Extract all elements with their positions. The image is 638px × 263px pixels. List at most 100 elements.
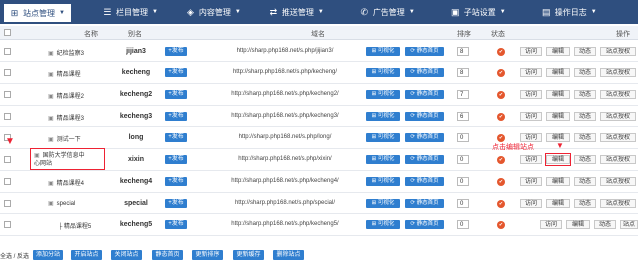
visualize-button[interactable]: ⊞ 可视化 <box>366 112 400 121</box>
add-substation-button[interactable]: 添加分站 <box>33 250 63 260</box>
publish-button[interactable]: +发布 <box>165 133 187 142</box>
row-checkbox[interactable] <box>4 91 11 98</box>
sort-input[interactable]: 0 <box>457 199 469 208</box>
dynamic-button[interactable]: 动态 <box>574 68 596 77</box>
site-auth-button[interactable]: 站点授权 <box>620 220 638 229</box>
site-auth-button[interactable]: 站点授权 <box>600 47 636 56</box>
sort-input[interactable]: 0 <box>457 155 469 164</box>
static-page-button[interactable]: ⟳ 静态首页 <box>405 90 444 99</box>
open-site-button[interactable]: 开启站点 <box>71 250 102 260</box>
sort-input[interactable]: 0 <box>457 220 469 229</box>
dynamic-button[interactable]: 动态 <box>594 220 616 229</box>
publish-button[interactable]: +发布 <box>165 220 187 229</box>
visualize-button[interactable]: ⊞ 可视化 <box>366 199 400 208</box>
sort-input[interactable]: 0 <box>457 177 469 186</box>
row-checkbox[interactable] <box>4 113 11 120</box>
row-checkbox[interactable] <box>4 156 11 163</box>
dynamic-button[interactable]: 动态 <box>574 47 596 56</box>
static-page-button[interactable]: ⟳ 静态首页 <box>405 155 444 164</box>
nav-column-management[interactable]: ☰ 栏目管理 ▼ <box>99 0 162 24</box>
nav-push-management[interactable]: ⇄ 推送管理 ▼ <box>265 0 328 24</box>
edit-button[interactable]: 编辑 <box>546 112 570 121</box>
static-page-button[interactable]: ⟳ 静态首页 <box>405 112 444 121</box>
visit-button[interactable]: 访问 <box>520 133 542 142</box>
site-auth-button[interactable]: 站点授权 <box>600 112 636 121</box>
status-ok-icon[interactable]: ✔ <box>497 69 505 77</box>
visualize-button[interactable]: ⊞ 可视化 <box>366 90 400 99</box>
publish-button[interactable]: +发布 <box>165 177 187 186</box>
site-auth-button[interactable]: 站点授权 <box>600 133 636 142</box>
dynamic-button[interactable]: 动态 <box>574 199 596 208</box>
row-checkbox[interactable] <box>4 178 11 185</box>
edit-button[interactable]: 编辑 <box>566 220 590 229</box>
nav-ad-management[interactable]: ✆ 广告管理 ▼ <box>356 0 419 24</box>
publish-button[interactable]: +发布 <box>165 112 187 121</box>
static-page-button[interactable]: ⟳ 静态首页 <box>405 199 444 208</box>
status-ok-icon[interactable]: ✔ <box>497 48 505 56</box>
sort-input[interactable]: 8 <box>457 68 469 77</box>
publish-button[interactable]: +发布 <box>165 155 187 164</box>
static-page-button[interactable]: ⟳ 静态首页 <box>405 68 444 77</box>
row-checkbox[interactable] <box>4 221 11 228</box>
status-ok-icon[interactable]: ✔ <box>497 200 505 208</box>
update-cache-button[interactable]: 更新缓存 <box>233 250 264 260</box>
visualize-button[interactable]: ⊞ 可视化 <box>366 47 400 56</box>
nav-substation-settings[interactable]: ▣ 子站设置 ▼ <box>447 0 510 24</box>
edit-button[interactable]: 编辑 <box>546 199 570 208</box>
status-ok-icon[interactable]: ✔ <box>497 134 505 142</box>
edit-button[interactable]: 编辑 <box>546 68 570 77</box>
publish-button[interactable]: +发布 <box>165 90 187 99</box>
static-page-button[interactable]: ⟳ 静态首页 <box>405 220 444 229</box>
visualize-button[interactable]: ⊞ 可视化 <box>366 177 400 186</box>
publish-button[interactable]: +发布 <box>165 47 187 56</box>
publish-button[interactable]: +发布 <box>165 68 187 77</box>
visualize-button[interactable]: ⊞ 可视化 <box>366 220 400 229</box>
visit-button[interactable]: 访问 <box>520 90 542 99</box>
status-ok-icon[interactable]: ✔ <box>497 178 505 186</box>
status-ok-icon[interactable]: ✔ <box>497 91 505 99</box>
dynamic-button[interactable]: 动态 <box>574 112 596 121</box>
visualize-button[interactable]: ⊞ 可视化 <box>366 133 400 142</box>
edit-button[interactable]: 编辑 <box>546 177 570 186</box>
dynamic-button[interactable]: 动态 <box>574 177 596 186</box>
status-ok-icon[interactable]: ✔ <box>497 113 505 121</box>
status-ok-icon[interactable]: ✔ <box>497 221 505 229</box>
visit-button[interactable]: 访问 <box>520 155 542 164</box>
publish-button[interactable]: +发布 <box>165 199 187 208</box>
visualize-button[interactable]: ⊞ 可视化 <box>366 155 400 164</box>
site-auth-button[interactable]: 站点授权 <box>600 68 636 77</box>
static-page-button[interactable]: ⟳ 静态首页 <box>405 177 444 186</box>
edit-button[interactable]: 编辑 <box>546 47 570 56</box>
row-checkbox[interactable] <box>4 69 11 76</box>
dynamic-button[interactable]: 动态 <box>574 155 596 164</box>
static-page-button[interactable]: ⟳ 静态首页 <box>405 47 444 56</box>
site-auth-button[interactable]: 站点授权 <box>600 90 636 99</box>
row-checkbox[interactable] <box>4 48 11 55</box>
sort-input[interactable]: 0 <box>457 133 469 142</box>
sort-input[interactable]: 8 <box>457 47 469 56</box>
visit-button[interactable]: 访问 <box>520 112 542 121</box>
status-ok-icon[interactable]: ✔ <box>497 156 505 164</box>
visit-button[interactable]: 访问 <box>520 199 542 208</box>
sort-input[interactable]: 6 <box>457 112 469 121</box>
close-site-button[interactable]: 关闭站点 <box>111 250 142 260</box>
nav-site-management[interactable]: ⊞ 站点管理 ▼ <box>4 2 71 22</box>
sort-input[interactable]: 7 <box>457 90 469 99</box>
static-page-button[interactable]: ⟳ 静态首页 <box>405 133 444 142</box>
edit-button[interactable]: 编辑 <box>546 90 570 99</box>
dynamic-button[interactable]: 动态 <box>574 133 596 142</box>
site-auth-button[interactable]: 站点授权 <box>600 199 636 208</box>
update-sort-button[interactable]: 更新排序 <box>192 250 223 260</box>
dynamic-button[interactable]: 动态 <box>574 90 596 99</box>
visit-button[interactable]: 访问 <box>540 220 562 229</box>
select-all-checkbox[interactable] <box>4 29 11 36</box>
visit-button[interactable]: 访问 <box>520 177 542 186</box>
static-home-button[interactable]: 静态首页 <box>152 250 183 260</box>
visualize-button[interactable]: ⊞ 可视化 <box>366 68 400 77</box>
site-auth-button[interactable]: 站点授权 <box>600 155 636 164</box>
visit-button[interactable]: 访问 <box>520 68 542 77</box>
row-checkbox[interactable] <box>4 200 11 207</box>
nav-content-management[interactable]: ◈ 内容管理 ▼ <box>182 0 245 24</box>
select-toggle-label[interactable]: 全选 / 反选 <box>0 251 29 260</box>
visit-button[interactable]: 访问 <box>520 47 542 56</box>
